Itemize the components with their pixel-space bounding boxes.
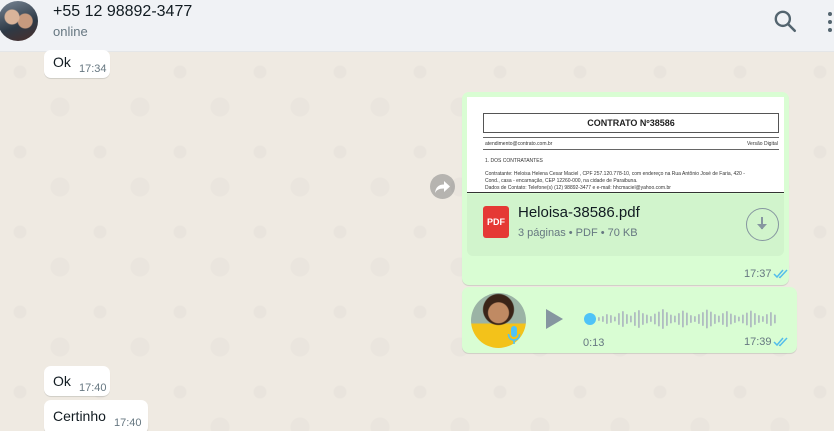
waveform-bar bbox=[766, 314, 768, 324]
waveform-bar bbox=[738, 316, 740, 322]
audio-progress-handle[interactable] bbox=[584, 313, 596, 325]
waveform-bar bbox=[658, 311, 660, 327]
waveform-bar bbox=[758, 315, 760, 323]
waveform-bar bbox=[726, 311, 728, 327]
waveform-bar bbox=[642, 313, 644, 325]
waveform-bar bbox=[614, 316, 616, 322]
waveform-bar bbox=[678, 313, 680, 325]
microphone-icon bbox=[507, 326, 521, 344]
message-outgoing-audio[interactable]: 0:13 17:39 bbox=[462, 287, 797, 353]
waveform-bar bbox=[638, 310, 640, 328]
document-file-name: Heloisa-38586.pdf bbox=[518, 204, 640, 221]
message-incoming[interactable]: Certinho 17:40 bbox=[44, 400, 148, 431]
document-preview-rule bbox=[483, 149, 779, 150]
waveform-bar bbox=[674, 315, 676, 323]
waveform-bar bbox=[666, 312, 668, 326]
waveform-bar bbox=[602, 316, 604, 322]
waveform-bar bbox=[626, 314, 628, 324]
document-preview-line: Dados de Contato: Telefone(s) (12) 98892… bbox=[485, 185, 671, 191]
play-icon[interactable] bbox=[543, 307, 565, 331]
waveform-bar bbox=[774, 314, 776, 324]
document-preview-line: Contratante: Heloisa Helena Cesar Maciel… bbox=[485, 171, 745, 177]
pdf-file-icon: PDF bbox=[483, 206, 509, 238]
waveform-bar bbox=[630, 315, 632, 323]
waveform-bar bbox=[710, 311, 712, 327]
document-card[interactable]: PDF Heloisa-38586.pdf 3 páginas • PDF • … bbox=[467, 194, 784, 256]
message-time: 17:34 bbox=[79, 63, 107, 75]
waveform-bar bbox=[646, 314, 648, 324]
waveform-bar bbox=[762, 316, 764, 322]
document-preview-section: 1. DOS CONTRATANTES bbox=[485, 158, 543, 164]
waveform-bar bbox=[610, 315, 612, 323]
waveform-bar bbox=[770, 312, 772, 326]
document-preview-version: Versão Digital bbox=[747, 141, 778, 147]
contact-avatar[interactable] bbox=[0, 1, 38, 41]
audio-waveform[interactable] bbox=[584, 305, 776, 333]
waveform-bar bbox=[622, 311, 624, 327]
waveform-bar bbox=[690, 315, 692, 323]
waveform-bar bbox=[694, 316, 696, 322]
message-incoming[interactable]: Ok 17:34 bbox=[44, 50, 110, 78]
document-file-meta: 3 páginas • PDF • 70 KB bbox=[518, 227, 638, 239]
document-preview[interactable]: CONTRATO Nº38586 atendimento@contrato.co… bbox=[467, 97, 784, 193]
message-text: Ok bbox=[53, 373, 71, 389]
document-preview-rule bbox=[483, 137, 779, 138]
waveform-bar bbox=[722, 313, 724, 325]
double-check-icon bbox=[773, 337, 788, 347]
message-text: Ok bbox=[53, 54, 71, 70]
more-vertical-icon[interactable] bbox=[826, 10, 834, 34]
waveform-bar bbox=[714, 314, 716, 324]
waveform-bar bbox=[702, 312, 704, 326]
contact-name[interactable]: +55 12 98892-3477 bbox=[53, 3, 192, 21]
waveform-bar bbox=[686, 312, 688, 326]
waveform-bar bbox=[670, 314, 672, 324]
message-text: Certinho bbox=[53, 408, 106, 424]
waveform-bar bbox=[654, 313, 656, 325]
message-time: 17:39 bbox=[744, 336, 772, 348]
waveform-bar bbox=[682, 310, 684, 328]
waveform-bar bbox=[698, 314, 700, 324]
forward-button[interactable] bbox=[430, 174, 455, 199]
audio-duration: 0:13 bbox=[583, 337, 605, 349]
double-check-icon bbox=[773, 269, 788, 279]
waveform-bar bbox=[746, 312, 748, 326]
waveform-bar bbox=[662, 309, 664, 329]
contact-status: online bbox=[53, 24, 88, 39]
waveform-bar bbox=[742, 314, 744, 324]
waveform-bar bbox=[754, 313, 756, 325]
waveform-bar bbox=[734, 315, 736, 323]
forward-icon bbox=[435, 181, 450, 193]
waveform-bar bbox=[598, 317, 600, 321]
waveform-bar bbox=[650, 316, 652, 322]
document-preview-email: atendimento@contrato.com.br bbox=[485, 141, 553, 147]
search-icon[interactable] bbox=[772, 8, 798, 34]
document-preview-line: Cond., casa - encarnação, CEP 12260-000,… bbox=[485, 178, 638, 184]
download-icon bbox=[757, 217, 767, 230]
download-button[interactable] bbox=[746, 208, 779, 241]
chat-header[interactable]: +55 12 98892-3477 online bbox=[0, 0, 834, 52]
waveform-bar bbox=[706, 309, 708, 329]
message-time: 17:37 bbox=[744, 268, 772, 280]
message-incoming[interactable]: Ok 17:40 bbox=[44, 366, 110, 396]
waveform-bar bbox=[634, 312, 636, 326]
document-preview-title: CONTRATO Nº38586 bbox=[483, 113, 779, 133]
message-time: 17:40 bbox=[114, 417, 142, 429]
waveform-bar bbox=[718, 315, 720, 323]
waveform-bar bbox=[618, 313, 620, 325]
waveform-bar bbox=[730, 313, 732, 325]
message-outgoing-document[interactable]: CONTRATO Nº38586 atendimento@contrato.co… bbox=[462, 92, 789, 285]
message-time: 17:40 bbox=[79, 382, 107, 394]
waveform-bar bbox=[606, 314, 608, 324]
waveform-bar bbox=[750, 310, 752, 328]
